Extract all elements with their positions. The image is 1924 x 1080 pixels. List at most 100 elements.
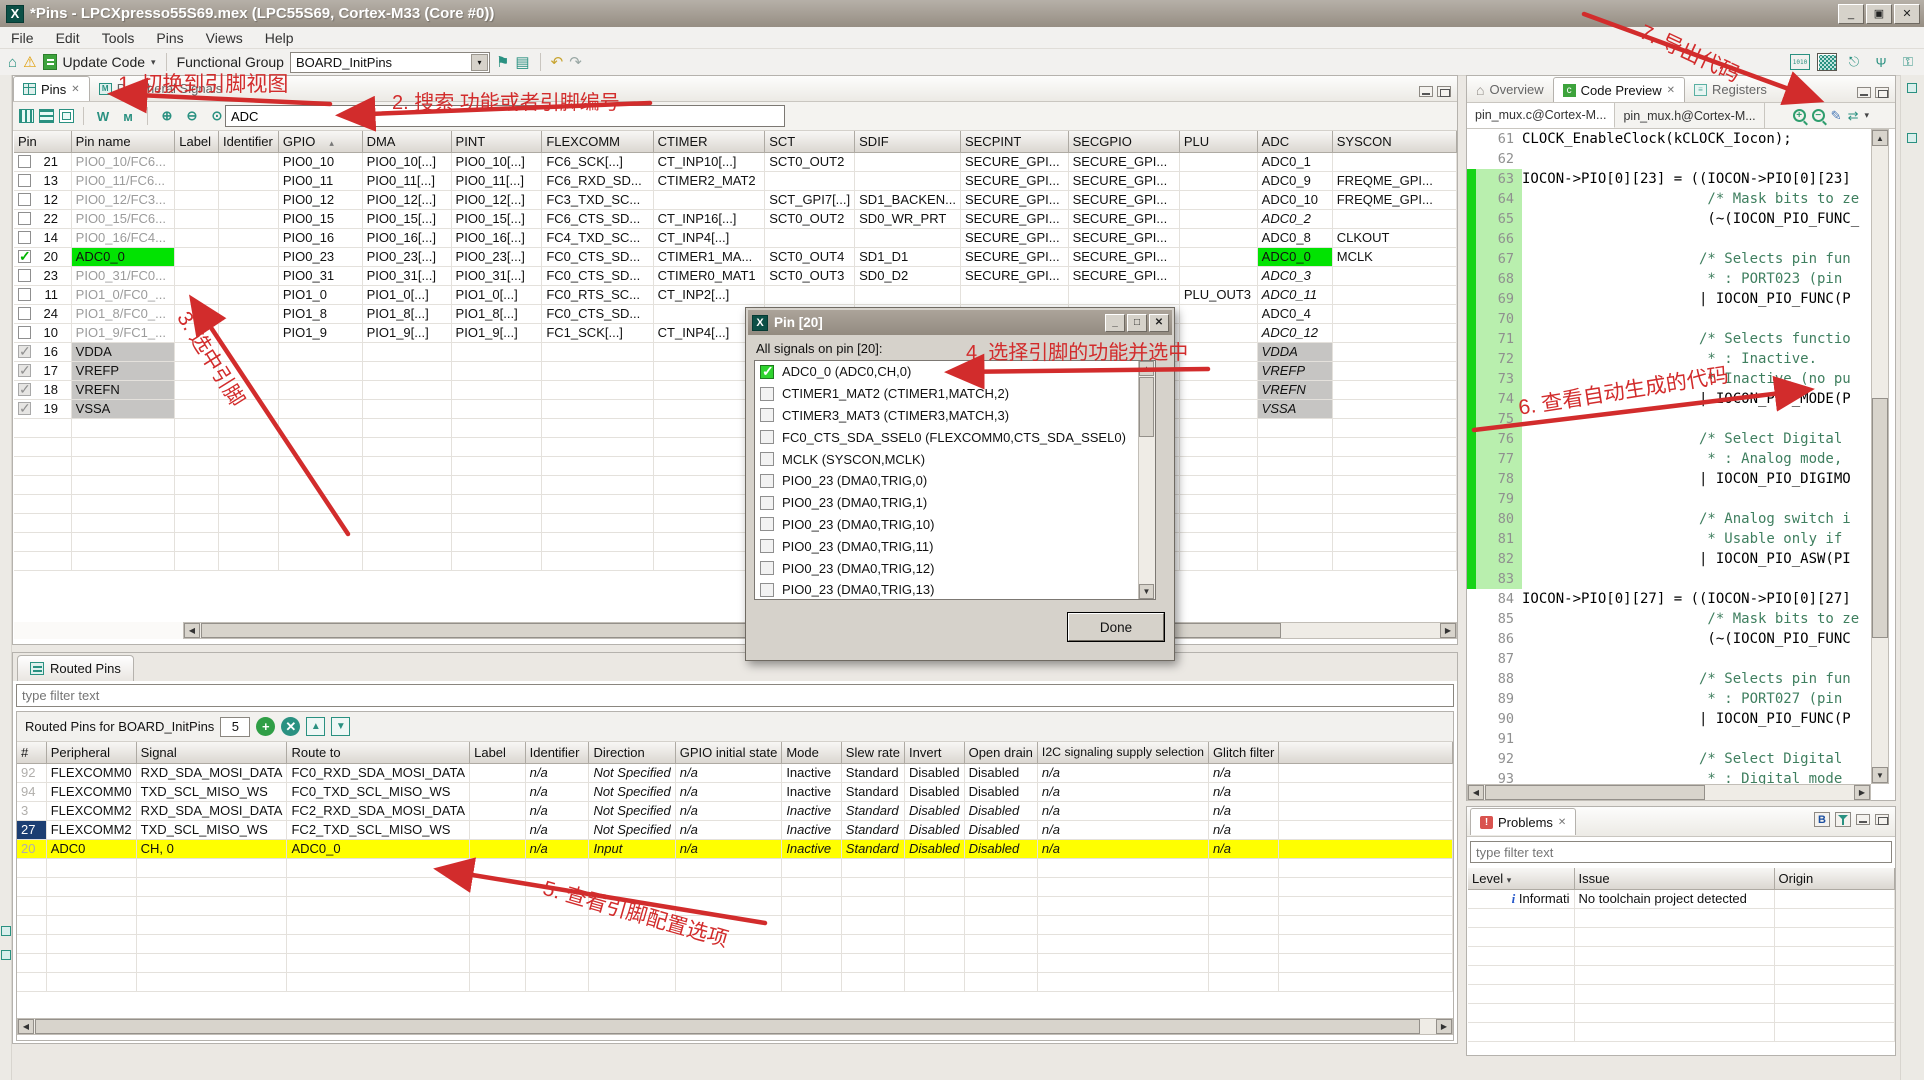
column-header-gpio[interactable]: GPIO (278, 131, 363, 153)
close-dialog-button[interactable]: ✕ (1149, 313, 1169, 332)
tee-tool-icon[interactable]: ⚿ (1898, 53, 1918, 71)
redo-icon[interactable]: ↷ (569, 53, 582, 71)
column-header-secgpio[interactable]: SECGPIO (1068, 131, 1180, 153)
peripherals-tool-icon[interactable]: Ψ (1871, 53, 1891, 71)
pin-checkbox[interactable] (18, 212, 31, 225)
pin-row[interactable]: 12 PIO0_12/FC3... PIO0_12 PIO0_12[...] P… (14, 190, 1458, 210)
compare-code-icon[interactable]: ⇄ (1848, 108, 1859, 124)
maximize-panel-icon[interactable] (1437, 86, 1451, 97)
font-enlarge-icon[interactable]: + (1792, 109, 1806, 122)
pin-row[interactable]: 23 PIO0_31/FC0... PIO0_31 PIO0_31[...] P… (14, 266, 1458, 286)
column-header-pin-name[interactable]: Pin name (71, 131, 176, 153)
column-header-slew-rate[interactable]: Slew rate (841, 742, 906, 764)
package-outline-view-icon[interactable] (59, 109, 74, 123)
waveform-w-icon[interactable]: W (93, 107, 113, 126)
pins-search-input[interactable] (225, 105, 785, 127)
scroll-left-icon[interactable]: ◀ (18, 1019, 34, 1034)
warning-icon[interactable]: ⚠ (23, 53, 36, 71)
pin-row[interactable]: 20 ADC0_0 PIO0_23 PIO0_23[...] PIO0_23[.… (14, 247, 1458, 267)
update-code-button[interactable]: Update Code (63, 54, 146, 70)
pin-row[interactable]: 18 VREFN VREFN (14, 380, 1458, 400)
zoom-out-icon[interactable]: ⊖ (182, 107, 202, 126)
routed-pin-row[interactable]: 94 FLEXCOMM0 TXD_SCL_MISO_WS FC0_TXD_SCL… (17, 782, 1453, 802)
routed-hscrollbar[interactable]: ◀ ▶ (17, 1018, 1453, 1035)
signal-checkbox[interactable] (760, 582, 774, 597)
pins-tool-icon[interactable] (1817, 53, 1837, 71)
column-header-sct[interactable]: SCT (764, 131, 856, 153)
add-routed-pin-button[interactable]: + (256, 717, 276, 736)
waveform-m-icon[interactable]: ᴍ (118, 107, 138, 126)
scroll-right-icon[interactable]: ▶ (1440, 623, 1456, 638)
column-header-adc[interactable]: ADC (1257, 131, 1333, 153)
scroll-left-icon[interactable]: ◀ (184, 623, 200, 638)
pin-checkbox[interactable] (18, 381, 31, 398)
signal-checkbox[interactable] (760, 517, 774, 532)
signal-checkbox[interactable] (760, 452, 774, 467)
column-header-syscon[interactable]: SYSCON (1332, 131, 1458, 153)
column-header-issue[interactable]: Issue (1574, 868, 1775, 890)
signal-option[interactable]: FC0_CTS_SDA_SSEL0 (FLEXCOMM0,CTS_SDA_SSE… (755, 426, 1155, 448)
routed-pin-row[interactable]: 27 FLEXCOMM2 TXD_SCL_MISO_WS FC2_TXD_SCL… (17, 820, 1453, 840)
dialog-title-bar[interactable]: X Pin [20] _ □ ✕ (748, 310, 1172, 335)
pin-row[interactable]: 22 PIO0_15/FC6... PIO0_15 PIO0_15[...] P… (14, 209, 1458, 229)
pin-row[interactable]: 11 PIO1_0/FC0_... PIO1_0 PIO1_0[...] PIO… (14, 285, 1458, 305)
move-up-button[interactable]: ▲ (306, 717, 326, 736)
routed-filter-input[interactable] (16, 684, 1454, 707)
tab-routed-pins[interactable]: Routed Pins (17, 655, 134, 681)
tab-problems[interactable]: ! Problems ✕ (1470, 808, 1577, 835)
problems-filter-input[interactable] (1470, 841, 1892, 863)
scroll-thumb[interactable] (1872, 398, 1888, 638)
column-header-peripheral[interactable]: Peripheral (46, 742, 137, 764)
column-header-flexcomm[interactable]: FLEXCOMM (541, 131, 654, 153)
column-header-open-drain[interactable]: Open drain (964, 742, 1038, 764)
minimize-window-button[interactable]: _ (1838, 3, 1864, 24)
restore-view-icon[interactable] (1907, 83, 1917, 93)
tab-pins[interactable]: Pins ✕ (13, 76, 90, 101)
tab-pin-mux-h[interactable]: pin_mux.h@Cortex-M... (1615, 103, 1765, 128)
package-view-icon[interactable] (19, 109, 34, 123)
pin-row[interactable]: 16 VDDA VDDA (14, 342, 1458, 362)
view-menu-icon[interactable]: ▾ (1864, 110, 1869, 121)
pin-row[interactable]: 24 PIO1_8/FC0_... PIO1_8 PIO1_8[...] PIO… (14, 304, 1458, 324)
signal-option[interactable]: PIO0_23 (DMA0,TRIG,10) (755, 514, 1155, 536)
tab-pin-mux-c[interactable]: pin_mux.c@Cortex-M... (1467, 103, 1616, 128)
minimize-panel-icon[interactable] (1419, 86, 1433, 97)
menu-item[interactable]: Tools (91, 30, 146, 46)
signal-option[interactable]: PIO0_23 (DMA0,TRIG,1) (755, 492, 1155, 514)
close-window-button[interactable]: ✕ (1894, 3, 1920, 24)
pin-checkbox[interactable] (18, 248, 31, 265)
column-header-pint[interactable]: PINT (451, 131, 543, 153)
column-header-route-to[interactable]: Route to (286, 742, 471, 764)
close-tab-icon[interactable]: ✕ (71, 84, 79, 95)
signal-option[interactable]: CTIMER1_MAT2 (CTIMER1,MATCH,2) (755, 383, 1155, 405)
done-button[interactable]: Done (1067, 612, 1165, 642)
column-header-origin[interactable]: Origin (1774, 868, 1895, 890)
scroll-thumb[interactable] (1139, 377, 1154, 437)
close-tab-icon[interactable]: ✕ (1667, 85, 1675, 96)
pin-row[interactable]: 21 PIO0_10/FC6... PIO0_10 PIO0_10[...] P… (14, 152, 1458, 172)
column-header-secpint[interactable]: SECPINT (960, 131, 1069, 153)
scroll-right-icon[interactable]: ▶ (1854, 785, 1870, 800)
scroll-left-icon[interactable]: ◀ (1468, 785, 1484, 800)
pin-checkbox[interactable] (18, 362, 31, 379)
column-header-identifier[interactable]: Identifier (218, 131, 279, 153)
undo-icon[interactable]: ↶ (551, 53, 564, 71)
column-header-signal[interactable]: Signal (136, 742, 288, 764)
pin-checkbox[interactable] (18, 155, 31, 168)
scroll-down-icon[interactable]: ▼ (1139, 584, 1154, 599)
signal-checkbox[interactable] (760, 430, 774, 445)
pin-row[interactable]: 19 VSSA VSSA (14, 399, 1458, 419)
problem-row[interactable]: i Informati No toolchain project detecte… (1468, 889, 1895, 909)
pin-checkbox[interactable] (18, 343, 31, 360)
delete-routed-pin-button[interactable]: ✕ (281, 717, 301, 736)
column-header-identifier[interactable]: Identifier (525, 742, 590, 764)
functional-group-combo[interactable]: BOARD_InitPins ▾ (289, 51, 490, 73)
tab-overview[interactable]: ⌂ Overview (1467, 77, 1553, 102)
show-backtrace-icon[interactable]: B (1814, 812, 1830, 827)
pin-checkbox[interactable] (18, 193, 31, 206)
menu-item[interactable]: Views (195, 30, 254, 46)
signal-option[interactable]: ADC0_0 (ADC0,CH,0) (755, 361, 1155, 383)
scroll-right-icon[interactable]: ▶ (1436, 1019, 1452, 1034)
restore-window-button[interactable]: ▣ (1866, 3, 1892, 24)
clocks-tool-icon[interactable]: ⎋ (1844, 53, 1864, 71)
